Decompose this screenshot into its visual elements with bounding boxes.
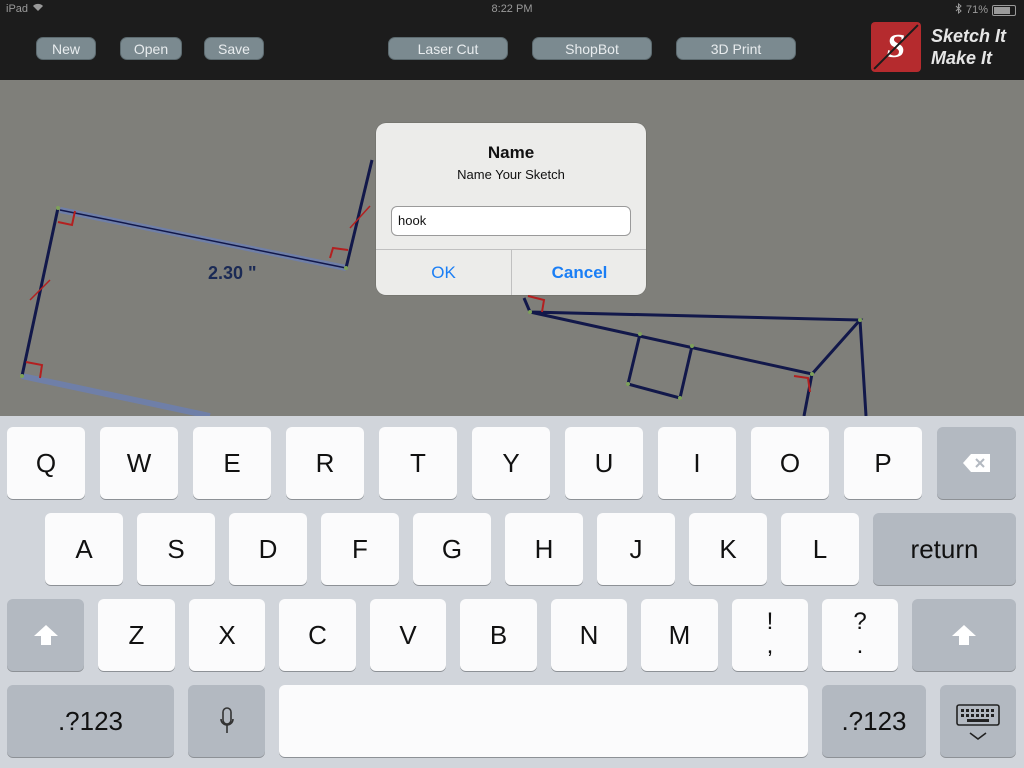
- dismiss-keyboard-key[interactable]: [940, 685, 1016, 757]
- logo-text: Sketch It Make It: [931, 25, 1006, 69]
- key-a[interactable]: A: [45, 513, 123, 585]
- shift-key-left[interactable]: [7, 599, 84, 671]
- logo-line-1: Sketch It: [931, 26, 1007, 46]
- key-exclaim-comma[interactable]: ! ,: [732, 599, 808, 671]
- key-exclaim-bottom: ,: [766, 632, 774, 659]
- numbers-key-left[interactable]: .?123: [7, 685, 174, 757]
- key-s[interactable]: S: [137, 513, 215, 585]
- key-t[interactable]: T: [379, 427, 457, 499]
- key-b[interactable]: B: [460, 599, 537, 671]
- battery-percent: 71%: [965, 4, 988, 16]
- key-i[interactable]: I: [658, 427, 736, 499]
- numbers-key-right[interactable]: .?123: [822, 685, 926, 757]
- logo-line-2: Make It: [931, 48, 993, 68]
- onscreen-keyboard: Q W E R T Y U I O P A S D F G H J K L re…: [0, 416, 1024, 768]
- key-p[interactable]: P: [844, 427, 922, 499]
- key-x[interactable]: X: [189, 599, 265, 671]
- backspace-key[interactable]: [937, 427, 1016, 499]
- key-y[interactable]: Y: [472, 427, 550, 499]
- key-h[interactable]: H: [505, 513, 583, 585]
- laser-cut-button[interactable]: Laser Cut: [388, 37, 508, 60]
- sketch-notch[interactable]: [626, 333, 694, 400]
- key-l[interactable]: L: [781, 513, 859, 585]
- key-u[interactable]: U: [565, 427, 643, 499]
- selected-edge-bottom[interactable]: [21, 373, 211, 416]
- shift-key-right[interactable]: [912, 599, 1016, 671]
- save-button[interactable]: Save: [204, 37, 264, 60]
- key-question-bottom: .: [856, 632, 864, 659]
- open-button[interactable]: Open: [120, 37, 182, 60]
- status-bar: iPad 8:22 PM 71%: [0, 0, 1024, 20]
- key-z[interactable]: Z: [98, 599, 175, 671]
- dictation-key[interactable]: [188, 685, 265, 757]
- backspace-icon: [962, 454, 990, 472]
- key-c[interactable]: C: [279, 599, 356, 671]
- return-key[interactable]: return: [873, 513, 1016, 585]
- shift-icon: [952, 625, 976, 645]
- key-f[interactable]: F: [321, 513, 399, 585]
- key-r[interactable]: R: [286, 427, 364, 499]
- dimension-label: 2.30 ": [208, 263, 257, 283]
- equal-length-ticks: [29, 205, 371, 301]
- key-w[interactable]: W: [100, 427, 178, 499]
- battery-fill: [994, 6, 1010, 14]
- bluetooth-icon: [955, 2, 962, 17]
- cancel-button[interactable]: Cancel: [512, 250, 647, 295]
- print-3d-button[interactable]: 3D Print: [676, 37, 796, 60]
- new-button[interactable]: New: [36, 37, 96, 60]
- space-key[interactable]: [279, 685, 808, 757]
- battery-icon: [992, 4, 1016, 16]
- dialog-title: Name: [487, 143, 535, 162]
- key-e[interactable]: E: [193, 427, 271, 499]
- selected-edge-top-core: [59, 209, 347, 269]
- ok-button[interactable]: OK: [376, 250, 511, 295]
- microphone-icon: [219, 707, 234, 733]
- sketch-name-input[interactable]: hook: [391, 206, 631, 236]
- key-m[interactable]: M: [641, 599, 718, 671]
- status-right: 71%: [955, 2, 1016, 17]
- shift-icon: [33, 625, 58, 645]
- key-question-period[interactable]: ? .: [822, 599, 898, 671]
- key-j[interactable]: J: [597, 513, 675, 585]
- key-g[interactable]: G: [413, 513, 491, 585]
- key-n[interactable]: N: [551, 599, 627, 671]
- keyboard-dismiss-icon: [956, 704, 1000, 740]
- status-time: 8:22 PM: [491, 3, 533, 15]
- name-sketch-dialog: Name Name Your Sketch hook OK Cancel: [376, 123, 646, 295]
- sketch-edge-left[interactable]: [20, 207, 60, 377]
- sketch-edge-right-vertical[interactable]: [858, 319, 868, 416]
- sketch-edge-right-shape[interactable]: [522, 297, 864, 376]
- key-o[interactable]: O: [751, 427, 829, 499]
- key-q[interactable]: Q: [7, 427, 85, 499]
- key-v[interactable]: V: [370, 599, 446, 671]
- dialog-message: Name Your Sketch: [457, 167, 565, 182]
- app-logo: S Sketch It Make It: [871, 22, 1011, 72]
- shopbot-button[interactable]: ShopBot: [532, 37, 652, 60]
- logo-mark: S: [871, 22, 921, 72]
- key-d[interactable]: D: [229, 513, 307, 585]
- sketch-edge-right[interactable]: [344, 159, 374, 269]
- key-k[interactable]: K: [689, 513, 767, 585]
